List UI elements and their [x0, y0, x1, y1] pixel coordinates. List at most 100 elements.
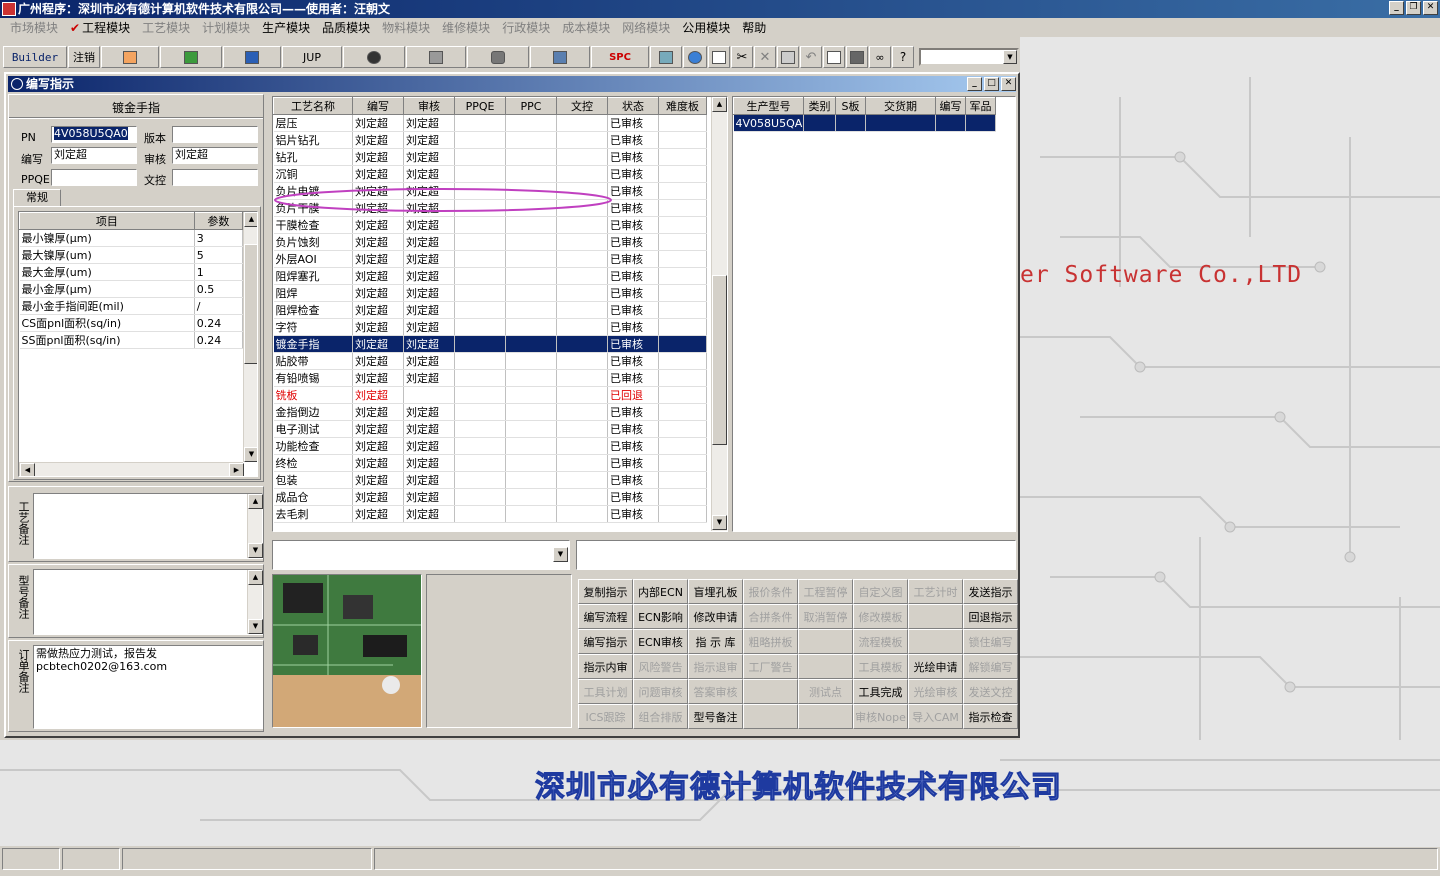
jup-button[interactable]: JUP	[282, 46, 342, 68]
process-cell[interactable]: 负片蚀刻	[273, 233, 353, 251]
process-cell[interactable]	[556, 131, 608, 149]
process-cell[interactable]: 刘定超	[403, 148, 455, 166]
process-row[interactable]: 沉铜 刘定超 刘定超 已审核	[273, 165, 707, 183]
action-button[interactable]: ECN审核	[633, 629, 688, 654]
process-cell[interactable]	[454, 284, 506, 302]
process-header[interactable]: 工艺名称	[273, 97, 353, 115]
process-cell[interactable]	[454, 148, 506, 166]
cut-button[interactable]: ✂	[731, 46, 753, 68]
process-cell[interactable]: 已审核	[607, 301, 659, 319]
action-button[interactable]: 流程模板	[853, 629, 908, 654]
process-cell[interactable]: 已审核	[607, 114, 659, 132]
maximize-icon[interactable]: □	[984, 77, 999, 91]
process-cell[interactable]: 已审核	[607, 420, 659, 438]
process-cell[interactable]: 刘定超	[403, 216, 455, 234]
model-header[interactable]: 交货期	[865, 97, 936, 115]
process-cell[interactable]	[505, 114, 557, 132]
params-cell[interactable]: 0.5	[194, 280, 244, 298]
process-cell[interactable]: 刘定超	[352, 386, 404, 404]
process-cell[interactable]	[658, 488, 707, 506]
excel-button[interactable]	[160, 46, 222, 68]
process-cell[interactable]	[556, 233, 608, 251]
process-cell[interactable]	[505, 131, 557, 149]
process-cell[interactable]: 干膜检查	[273, 216, 353, 234]
process-cell[interactable]: 已审核	[607, 233, 659, 251]
action-button[interactable]: 取消暂停	[798, 604, 853, 629]
process-cell[interactable]: 刘定超	[403, 488, 455, 506]
process-cell[interactable]: 刘定超	[403, 284, 455, 302]
preview-button[interactable]	[823, 46, 845, 68]
process-cell[interactable]: 刘定超	[403, 335, 455, 353]
process-cell[interactable]: 去毛刺	[273, 505, 353, 523]
menu-item-12[interactable]: 帮助	[736, 19, 772, 37]
process-cell[interactable]	[454, 369, 506, 387]
save-button[interactable]	[777, 46, 799, 68]
delete-button[interactable]: ✕	[754, 46, 776, 68]
action-button[interactable]: 组合排版	[633, 704, 688, 729]
process-header[interactable]: 审核	[403, 97, 455, 115]
process-cell[interactable]	[454, 471, 506, 489]
process-cell[interactable]	[505, 403, 557, 421]
action-button[interactable]: 合拼条件	[743, 604, 798, 629]
process-cell[interactable]	[454, 250, 506, 268]
process-cell[interactable]: 刘定超	[352, 301, 404, 319]
process-row[interactable]: 层压 刘定超 刘定超 已审核	[273, 114, 707, 132]
process-cell[interactable]: 阻焊检查	[273, 301, 353, 319]
process-cell[interactable]: 沉铜	[273, 165, 353, 183]
process-header[interactable]: PPQE	[454, 97, 506, 115]
minimize-icon[interactable]: _	[967, 77, 982, 91]
menu-item-8[interactable]: 行政模块	[496, 19, 556, 37]
process-cell[interactable]: 刘定超	[352, 420, 404, 438]
params-row[interactable]: 最大镍厚(um) 5	[19, 246, 244, 264]
process-cell[interactable]: 刘定超	[352, 267, 404, 285]
process-cell[interactable]: 已审核	[607, 403, 659, 421]
action-button[interactable]	[743, 704, 798, 729]
process-cell[interactable]	[658, 233, 707, 251]
process-cell[interactable]	[505, 352, 557, 370]
process-cell[interactable]	[505, 233, 557, 251]
process-notes-field[interactable]: ▲ ▼	[33, 493, 263, 559]
process-cell[interactable]: 刘定超	[403, 131, 455, 149]
process-row[interactable]: 镀金手指 刘定超 刘定超 已审核	[273, 335, 707, 353]
action-button[interactable]: 工程暂停	[798, 579, 853, 604]
process-cell[interactable]	[658, 182, 707, 200]
menu-item-0[interactable]: 市场模块	[4, 19, 64, 37]
model-row[interactable]: 4V058U5QA0	[733, 114, 996, 132]
menu-item-3[interactable]: 计划模块	[196, 19, 256, 37]
process-cell[interactable]	[505, 488, 557, 506]
restore-icon[interactable]: ❐	[1406, 1, 1421, 15]
process-cell[interactable]	[658, 505, 707, 523]
scroll-up-icon[interactable]: ▲	[712, 97, 727, 112]
action-button[interactable]: 编写流程	[578, 604, 633, 629]
process-cell[interactable]: 已审核	[607, 267, 659, 285]
reviewer-field[interactable]: 刘定超	[172, 147, 258, 164]
menu-item-1[interactable]: ✔ 工程模块	[64, 19, 136, 37]
process-cell[interactable]	[658, 165, 707, 183]
action-button[interactable]: 光绘审核	[908, 679, 963, 704]
process-cell[interactable]	[454, 114, 506, 132]
params-cell[interactable]: 最小镍厚(μm)	[19, 229, 195, 247]
scroll-thumb[interactable]	[244, 244, 257, 364]
process-cell[interactable]	[658, 403, 707, 421]
menu-item-7[interactable]: 维修模块	[436, 19, 496, 37]
find-button[interactable]: ∞	[869, 46, 891, 68]
tab-general[interactable]: 常规	[13, 189, 61, 207]
process-cell[interactable]: 刘定超	[403, 505, 455, 523]
process-cell[interactable]: 已审核	[607, 318, 659, 336]
action-button[interactable]: ECN影响	[633, 604, 688, 629]
params-vscroll[interactable]: ▲ ▼	[243, 212, 257, 462]
scroll-right-icon[interactable]: ▶	[229, 463, 244, 476]
action-button[interactable]: 回退指示	[963, 604, 1018, 629]
refresh-button[interactable]	[650, 46, 682, 68]
process-cell[interactable]: 刘定超	[352, 216, 404, 234]
params-row[interactable]: 最大金厚(um) 1	[19, 263, 244, 281]
process-cell[interactable]	[556, 250, 608, 268]
params-row[interactable]: 最小金厚(μm) 0.5	[19, 280, 244, 298]
action-button[interactable]: 型号备注	[688, 704, 743, 729]
help-button[interactable]: ?	[892, 46, 914, 68]
params-cell[interactable]: 0.24	[194, 331, 244, 349]
process-cell[interactable]: 已回退	[607, 386, 659, 404]
process-cell[interactable]	[556, 335, 608, 353]
process-row[interactable]: 功能检查 刘定超 刘定超 已审核	[273, 437, 707, 455]
process-cell[interactable]	[556, 352, 608, 370]
